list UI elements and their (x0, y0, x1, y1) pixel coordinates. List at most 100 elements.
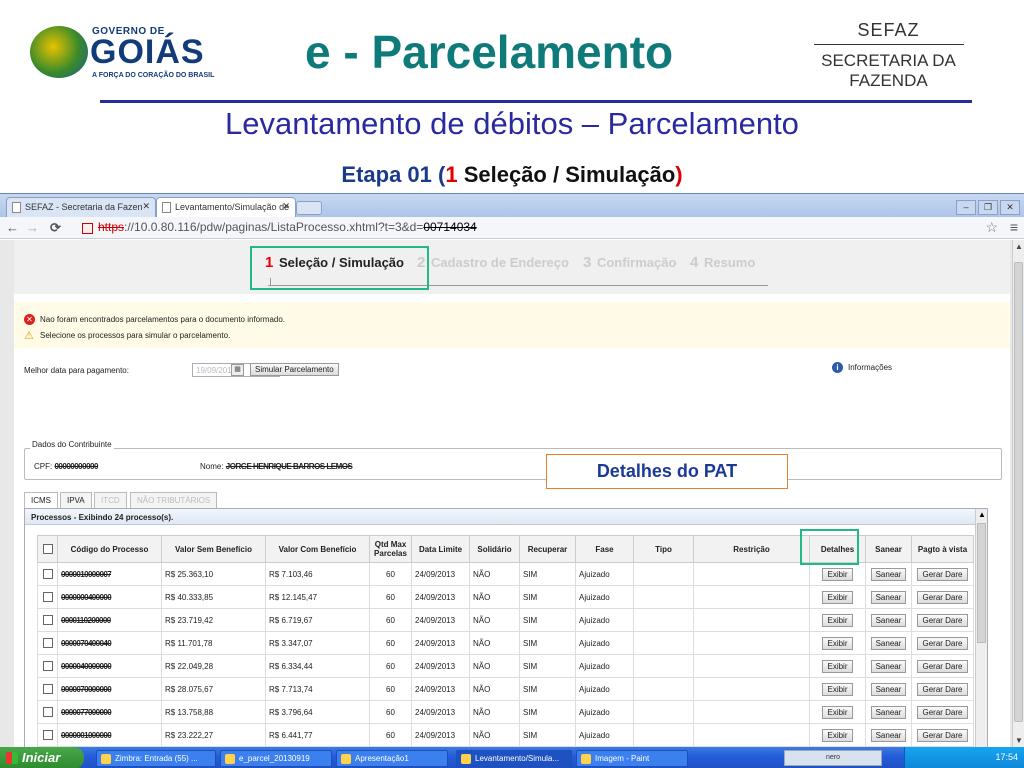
exibir-button[interactable]: Exibir (822, 567, 853, 581)
bookmark-star-icon[interactable]: ☆ (985, 219, 998, 236)
col-recuperar: Recuperar (519, 535, 576, 563)
cell-detalhes: Exibir (809, 654, 866, 678)
col-sanear: Sanear (865, 535, 912, 563)
forward-icon[interactable]: → (26, 220, 39, 235)
cell-sanear: Sanear (865, 562, 912, 586)
row-checkbox[interactable] (42, 592, 53, 602)
cell-restricao (693, 562, 810, 586)
cell-data-limite: 24/09/2013 (411, 700, 470, 724)
cell-detalhes: Exibir (809, 700, 866, 724)
row-checkbox[interactable] (42, 661, 53, 671)
scroll-thumb[interactable] (977, 523, 986, 643)
tab-icms[interactable]: ICMS (24, 492, 58, 508)
table-row: 0000070000000 R$ 28.075,67 R$ 7.713,74 60 24… (37, 677, 974, 701)
close-window-icon[interactable]: ✕ (1000, 200, 1020, 215)
scroll-thumb[interactable] (1014, 262, 1023, 722)
page-scrollbar[interactable]: ▲ ▼ (1012, 240, 1024, 747)
simulate-button[interactable]: Simular Parcelamento (250, 363, 339, 376)
gerar-dare-button[interactable]: Gerar Dare (917, 590, 968, 604)
menu-icon[interactable]: ≡ (1010, 219, 1018, 235)
new-tab-button[interactable] (296, 201, 322, 215)
scroll-down-icon[interactable]: ▼ (1015, 736, 1023, 745)
sanear-button[interactable]: Sanear (870, 590, 907, 604)
minimize-icon[interactable]: – (956, 200, 976, 215)
gerar-dare-button[interactable]: Gerar Dare (917, 567, 968, 581)
cell-data-limite: 24/09/2013 (411, 677, 470, 701)
nome-label: Nome: (200, 462, 224, 471)
tab-ipva[interactable]: IPVA (60, 492, 92, 508)
close-tab-icon[interactable]: ✕ (142, 201, 150, 212)
taskbar-item-zimbra[interactable]: Zimbra: Entrada (55) ... (96, 750, 216, 767)
gerar-dare-button[interactable]: Gerar Dare (917, 705, 968, 719)
browser-tab-sefaz[interactable]: SEFAZ - Secretaria da Fazen ✕ (6, 197, 156, 217)
wizard-step-number: 4 (690, 254, 699, 271)
calendar-icon[interactable]: ▦ (231, 364, 244, 376)
gerar-dare-button[interactable]: Gerar Dare (917, 636, 968, 650)
sanear-button[interactable]: Sanear (870, 613, 907, 627)
nero-search-box[interactable]: nero (784, 750, 882, 766)
back-icon[interactable]: ← (6, 220, 19, 235)
sanear-button[interactable]: Sanear (870, 567, 907, 581)
row-checkbox[interactable] (42, 684, 53, 694)
cell-solidario: NÃO (469, 723, 520, 747)
sanear-button[interactable]: Sanear (870, 728, 907, 742)
sanear-button[interactable]: Sanear (870, 705, 907, 719)
url-field[interactable]: https://10.0.80.116/pdw/paginas/ListaPro… (82, 220, 972, 237)
exibir-button[interactable]: Exibir (822, 636, 853, 650)
cell-detalhes: Exibir (809, 677, 866, 701)
gerar-dare-button[interactable]: Gerar Dare (917, 728, 968, 742)
cell-recuperar: SIM (519, 654, 576, 678)
exibir-button[interactable]: Exibir (822, 682, 853, 696)
start-button[interactable]: Iniciar (0, 747, 84, 768)
scroll-up-icon[interactable]: ▲ (1015, 242, 1023, 251)
cell-codigo: 0000070000000 (57, 677, 162, 701)
cell-pagto: Gerar Dare (911, 723, 974, 747)
gerar-dare-button[interactable]: Gerar Dare (917, 613, 968, 627)
taskbar-item-paint[interactable]: Imagem - Paint (576, 750, 688, 767)
exibir-button[interactable]: Exibir (822, 728, 853, 742)
info-link[interactable]: i Informações (832, 362, 892, 373)
close-tab-icon[interactable]: ✕ (282, 201, 290, 212)
warning-message: ⚠ Selecione os processos para simular o p… (24, 330, 230, 342)
cell-recuperar: SIM (519, 677, 576, 701)
cell-valor-com: R$ 3.347,07 (265, 631, 370, 655)
cell-pagto: Gerar Dare (911, 608, 974, 632)
cell-fase: Ajuizado (575, 700, 634, 724)
row-checkbox[interactable] (42, 730, 53, 740)
exibir-button[interactable]: Exibir (822, 659, 853, 673)
exibir-button[interactable]: Exibir (822, 613, 853, 627)
table-row: 0000001000000 R$ 23.222,27 R$ 6.441,77 60 24… (37, 723, 974, 747)
step-title: Etapa 01 (1 Seleção / Simulação) (0, 162, 1024, 188)
reload-icon[interactable]: ⟳ (50, 220, 61, 236)
cell-codigo: 0000010000007 (57, 562, 162, 586)
processes-scrollbar[interactable]: ▲ (975, 509, 987, 747)
select-all-header (37, 535, 58, 563)
row-checkbox[interactable] (42, 569, 53, 579)
gerar-dare-button[interactable]: Gerar Dare (917, 659, 968, 673)
table-row: 0000110200000 R$ 23.719,42 R$ 6.719,67 60 24… (37, 608, 974, 632)
sanear-button[interactable]: Sanear (870, 636, 907, 650)
row-checkbox[interactable] (42, 638, 53, 648)
wizard-step-number: 3 (583, 254, 592, 271)
taskbar-item-levantamento[interactable]: Levantamento/Simula... (456, 750, 572, 767)
error-message: ✕ Nao foram encontrados parcelamentos par… (24, 314, 285, 325)
taskbar-item-e-parcel[interactable]: e_parcel_20130919 (220, 750, 332, 767)
document-icon (225, 754, 235, 764)
row-checkbox[interactable] (42, 707, 53, 717)
exibir-button[interactable]: Exibir (822, 705, 853, 719)
message-panel: ✕ Nao foram encontrados parcelamentos par… (14, 302, 1010, 348)
tab-nao-tributarios[interactable]: NÃO TRIBUTÁRIOS (130, 492, 218, 508)
scroll-up-icon[interactable]: ▲ (978, 510, 986, 519)
exibir-button[interactable]: Exibir (822, 590, 853, 604)
gerar-dare-button[interactable]: Gerar Dare (917, 682, 968, 696)
sanear-button[interactable]: Sanear (870, 682, 907, 696)
row-checkbox[interactable] (42, 615, 53, 625)
sanear-button[interactable]: Sanear (870, 659, 907, 673)
maximize-icon[interactable]: ❐ (978, 200, 998, 215)
browser-tab-levantamento[interactable]: Levantamento/Simulação de ✕ (156, 197, 296, 217)
select-all-checkbox[interactable] (42, 544, 53, 554)
page-icon (12, 202, 21, 213)
taskbar-item-apresentacao[interactable]: Apresentação1 (336, 750, 448, 767)
tab-itcd[interactable]: ITCD (94, 492, 127, 508)
col-fase: Fase (575, 535, 634, 563)
